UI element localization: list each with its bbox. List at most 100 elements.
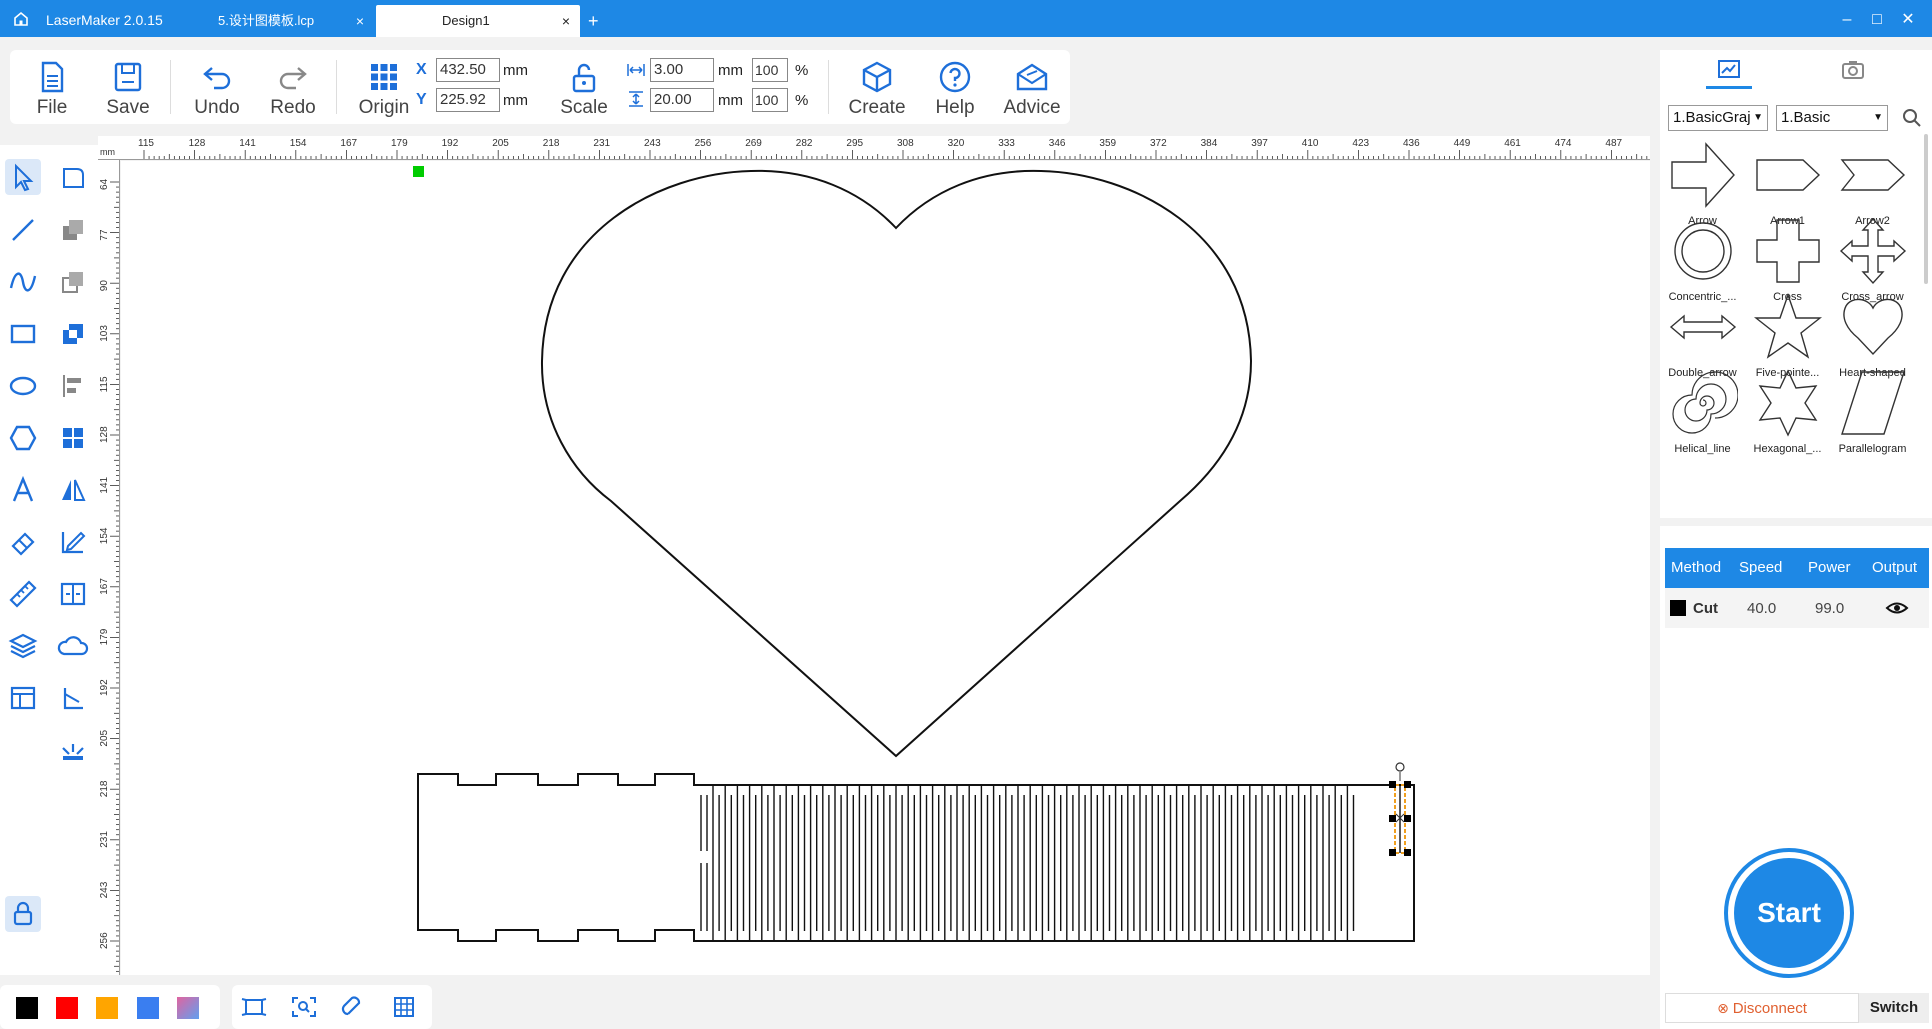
selection-handle[interactable]	[1404, 781, 1411, 788]
library-scrollbar[interactable]	[1924, 134, 1928, 284]
save-button[interactable]: Save	[96, 50, 160, 124]
select-tool-icon[interactable]	[5, 159, 41, 195]
chevron-down-icon: ▼	[1873, 112, 1883, 123]
camera-tab-icon[interactable]	[1840, 58, 1866, 82]
header-output: Output	[1872, 559, 1918, 576]
tab-label: Design1	[442, 13, 490, 28]
align-icon[interactable]	[55, 368, 91, 404]
tab-design1[interactable]: Design1 ×	[376, 5, 580, 37]
grid-icon[interactable]	[390, 995, 418, 1019]
shape-hexagonal-star[interactable]: Hexagonal_...	[1745, 368, 1830, 463]
layers-icon[interactable]	[5, 628, 41, 664]
redo-button[interactable]: Redo	[256, 50, 330, 124]
combine-icon[interactable]	[55, 212, 91, 248]
minimize-button[interactable]: –	[1832, 0, 1862, 37]
template-icon[interactable]	[5, 680, 41, 716]
file-button[interactable]: File	[20, 50, 84, 124]
concentric-shape-icon	[1674, 222, 1732, 280]
selection-handle[interactable]	[1404, 815, 1411, 822]
hinge-panel-outline[interactable]	[417, 773, 1415, 942]
start-button[interactable]: Start	[1724, 848, 1854, 978]
category-select[interactable]: 1.BasicGraj ▼	[1668, 105, 1768, 131]
undo-label: Undo	[194, 97, 240, 118]
origin-button[interactable]: Origin	[342, 50, 426, 124]
origin-grid-icon	[371, 64, 397, 90]
width-input[interactable]: 3.00	[650, 58, 714, 82]
node-edit-icon[interactable]	[55, 159, 91, 195]
intersect-icon[interactable]	[55, 316, 91, 352]
polygon-tool-icon[interactable]	[5, 420, 41, 456]
array-icon[interactable]	[55, 420, 91, 456]
magnet-snap-icon[interactable]	[340, 995, 368, 1019]
tab-template[interactable]: 5.设计图模板.lcp ×	[174, 5, 374, 37]
help-button[interactable]: Help	[918, 50, 992, 124]
cloud-icon[interactable]	[55, 628, 91, 664]
undo-button[interactable]: Undo	[180, 50, 254, 124]
selection-handle[interactable]	[1404, 849, 1411, 856]
ruler-label: 346	[1049, 138, 1066, 149]
selection-handle[interactable]	[1389, 781, 1396, 788]
x-input[interactable]: 432.50	[436, 58, 500, 82]
shape-helical-line[interactable]: Helical_line	[1660, 368, 1745, 463]
color-swatch-black[interactable]	[16, 997, 38, 1019]
tab-close-icon[interactable]: ×	[356, 5, 364, 37]
ruler-label: 90	[99, 280, 110, 292]
width-percent-input[interactable]: 100	[752, 58, 788, 82]
width-icon	[627, 64, 645, 76]
layer-row[interactable]: Cut 40.0 99.0	[1665, 588, 1929, 628]
mirror-icon[interactable]	[55, 472, 91, 508]
rotate-handle-icon[interactable]	[1395, 762, 1405, 772]
color-swatch-red[interactable]	[56, 997, 78, 1019]
box-tool-icon[interactable]	[55, 576, 91, 612]
add-tab-button[interactable]: +	[588, 5, 599, 37]
ruler-label: 167	[340, 138, 357, 149]
ruler-label: 436	[1403, 138, 1420, 149]
laser-head-icon[interactable]	[55, 732, 91, 768]
top-ruler: mm 115 128 141 154 167 179 192 205 218 231 243 256 2…	[98, 136, 1650, 160]
lock-icon[interactable]	[5, 896, 41, 932]
line-tool-icon[interactable]	[5, 212, 41, 248]
app-title: LaserMaker 2.0.15	[46, 12, 163, 28]
advice-button[interactable]: Advice	[994, 50, 1070, 124]
switch-button[interactable]: Switch	[1859, 993, 1929, 1023]
create-button[interactable]: Create	[838, 50, 916, 124]
height-input[interactable]: 20.00	[650, 88, 714, 112]
pen-edit-icon[interactable]	[55, 524, 91, 560]
heart-shape[interactable]	[540, 169, 1253, 758]
curve-tool-icon[interactable]	[5, 264, 41, 300]
home-icon[interactable]	[12, 10, 30, 28]
y-input[interactable]: 225.92	[436, 88, 500, 112]
eye-icon[interactable]	[1885, 599, 1909, 617]
rectangle-tool-icon[interactable]	[5, 316, 41, 352]
height-percent-input[interactable]: 100	[752, 88, 788, 112]
selection-handle[interactable]	[1389, 815, 1396, 822]
envelope-pen-icon	[1016, 63, 1048, 91]
graphics-library-tab-icon[interactable]	[1716, 58, 1742, 82]
tab-close-icon[interactable]: ×	[562, 5, 570, 37]
zoom-selection-icon[interactable]	[290, 995, 318, 1019]
scale-lock-button[interactable]: Scale	[545, 50, 623, 124]
color-swatch-blue[interactable]	[137, 997, 159, 1019]
ruler-tool-icon[interactable]	[5, 576, 41, 612]
fit-canvas-icon[interactable]	[240, 995, 268, 1019]
selection-handle[interactable]	[1389, 849, 1396, 856]
text-tool-icon[interactable]	[5, 472, 41, 508]
header-method: Method	[1671, 559, 1722, 576]
hinge-cut-lines[interactable]	[700, 785, 1355, 941]
subtract-icon[interactable]	[55, 264, 91, 300]
design-canvas[interactable]	[121, 161, 1650, 975]
subcategory-select[interactable]: 1.Basic ▼	[1776, 105, 1888, 131]
maximize-button[interactable]: □	[1862, 0, 1892, 37]
color-swatch-orange[interactable]	[96, 997, 118, 1019]
ellipse-tool-icon[interactable]	[5, 368, 41, 404]
shape-parallelogram[interactable]: Parallelogram	[1830, 368, 1915, 463]
main-toolbar: File Save Undo Redo Origin X 432.50 mm Y…	[10, 50, 1070, 124]
close-window-button[interactable]: ✕	[1893, 0, 1923, 37]
selected-slot[interactable]	[1389, 762, 1411, 856]
cross-arrow-shape-icon	[1839, 217, 1907, 285]
search-icon[interactable]	[1902, 108, 1922, 128]
color-swatch-gradient[interactable]	[177, 997, 199, 1019]
eraser-icon[interactable]	[5, 524, 41, 560]
laser-position-icon[interactable]	[55, 680, 91, 716]
disconnect-button[interactable]: ⊗ Disconnect	[1665, 993, 1859, 1023]
